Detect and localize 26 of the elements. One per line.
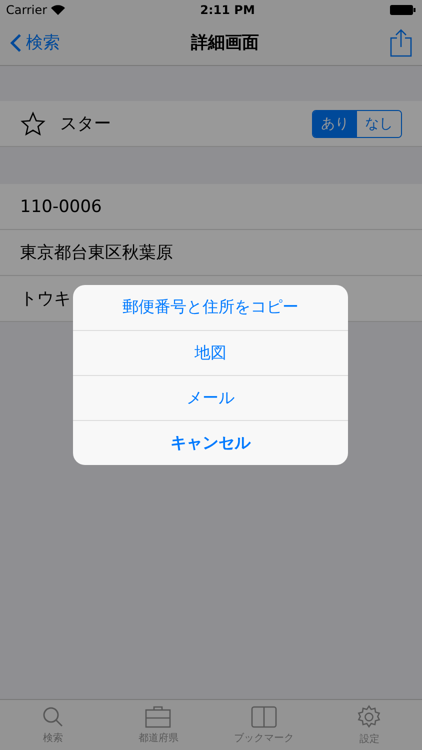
alert-action-button[interactable]: 地図 <box>73 330 348 375</box>
back-chevron-icon <box>10 32 22 52</box>
alert-action-button[interactable]: 郵便番号と住所をコピー <box>73 285 348 330</box>
clock-time: 2:11 PM <box>200 3 255 17</box>
battery-icon <box>390 5 416 15</box>
search-icon <box>40 705 65 729</box>
wifi-icon <box>51 5 66 15</box>
tab-bar-item[interactable]: 都道府県 <box>106 700 211 750</box>
segment-tab[interactable]: あり <box>313 110 357 136</box>
settings-icon <box>356 704 382 730</box>
briefcase-icon <box>144 705 172 729</box>
tab-bar-item[interactable]: ブックマーク <box>211 700 316 750</box>
cancel-button[interactable]: キャンセル <box>73 420 348 465</box>
carrier-label: Carrier <box>6 3 48 17</box>
tab-bar-item[interactable]: 設定 <box>316 700 422 750</box>
star-icon <box>20 110 46 136</box>
tab-bar-item[interactable]: 検索 <box>0 700 106 750</box>
nav-title: 詳細画面 <box>191 32 259 54</box>
detail-text[interactable]: 東京都台東区秋葉原 <box>20 241 173 264</box>
alert-action-button[interactable]: メール <box>73 375 348 420</box>
star-label: スター <box>60 113 111 135</box>
back-button[interactable]: 検索 <box>10 31 60 54</box>
detail-text[interactable]: トウキ <box>20 287 71 310</box>
share-icon[interactable] <box>390 28 412 56</box>
book-icon <box>250 705 278 729</box>
detail-text[interactable]: 110-0006 <box>20 196 102 216</box>
